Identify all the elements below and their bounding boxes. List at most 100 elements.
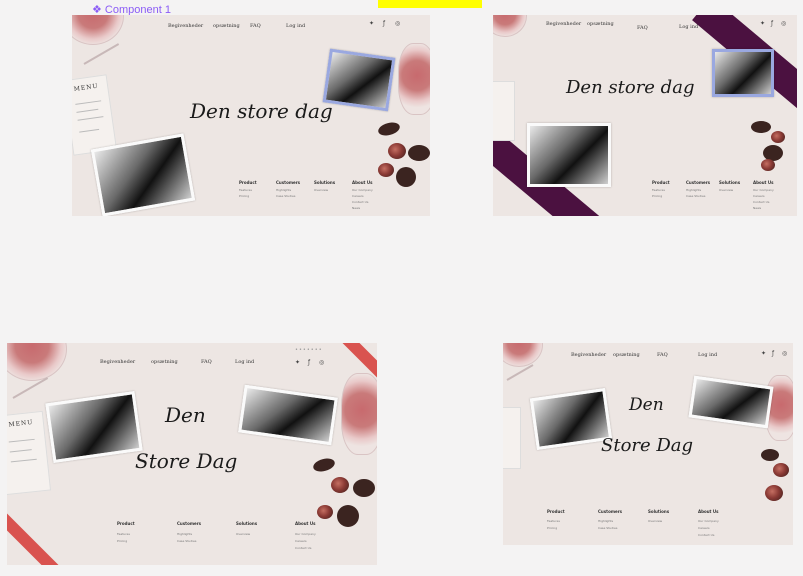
fig bbox=[771, 131, 785, 143]
footer-link-overview[interactable]: Overview bbox=[236, 531, 250, 537]
footer-customers-heading: Customers bbox=[276, 180, 301, 185]
nav-item-begivenheder[interactable]: Begivenheder bbox=[168, 23, 203, 29]
footer-link-case-studies[interactable]: Case Studies bbox=[276, 193, 295, 199]
nav-item-faq[interactable]: FAQ bbox=[637, 25, 648, 31]
nav-item-log-ind[interactable]: Log ind bbox=[235, 359, 254, 365]
twitter-icon[interactable]: ✦ bbox=[369, 20, 374, 27]
fig bbox=[331, 477, 349, 493]
footer-link-overview[interactable]: Overview bbox=[648, 518, 662, 524]
footer-customers-heading: Customers bbox=[177, 521, 202, 526]
photo-couple bbox=[322, 48, 396, 112]
menu-card bbox=[493, 81, 515, 141]
footer-about-heading: About Us bbox=[753, 180, 774, 185]
fig bbox=[765, 485, 783, 501]
facebook-icon[interactable]: ƒ bbox=[771, 20, 773, 27]
footer-link-case-studies[interactable]: Case Studies bbox=[598, 525, 617, 531]
footer-product-heading: Product bbox=[239, 180, 257, 185]
twitter-icon[interactable]: ✦ bbox=[295, 359, 300, 366]
nav-item-faq[interactable]: FAQ bbox=[657, 352, 668, 358]
nav-item-begivenheder[interactable]: Begivenheder bbox=[100, 359, 135, 365]
facebook-icon[interactable]: ƒ bbox=[383, 20, 385, 27]
footer-link-overview[interactable]: Overview bbox=[314, 187, 328, 193]
footer-solutions-heading: Solutions bbox=[648, 509, 670, 514]
instagram-icon[interactable]: ◎ bbox=[781, 20, 786, 27]
instagram-icon[interactable]: ◎ bbox=[319, 359, 324, 366]
nav-item-opsaetning[interactable]: opsætning bbox=[587, 21, 614, 27]
frame-2[interactable]: Begivenheder opsætning FAQ Log ind •••••… bbox=[493, 15, 797, 216]
hero-title-line2: Store Dag bbox=[601, 435, 694, 456]
footer-link-our-company[interactable]: Our Company bbox=[698, 518, 719, 524]
nav-item-log-ind[interactable]: Log ind bbox=[286, 23, 305, 29]
wine-glass-right bbox=[341, 373, 377, 455]
menu-card: MENU bbox=[7, 410, 52, 496]
frame-3[interactable]: MENU Begivenheder opsætning FAQ Log ind … bbox=[7, 343, 377, 565]
chocolate bbox=[751, 121, 771, 133]
nav-item-opsaetning[interactable]: opsætning bbox=[151, 359, 178, 365]
footer-link-our-company[interactable]: Our Company bbox=[295, 531, 316, 537]
footer-link-pricing[interactable]: Pricing bbox=[117, 538, 127, 544]
menu-title: MENU bbox=[73, 82, 99, 93]
footer-customers-heading: Customers bbox=[686, 180, 711, 185]
footer-link-careers[interactable]: Careers bbox=[295, 538, 307, 544]
dots: •••••• bbox=[759, 15, 783, 16]
facebook-icon[interactable]: ƒ bbox=[772, 350, 774, 357]
menu-line bbox=[10, 458, 37, 463]
nav-item-log-ind[interactable]: Log ind bbox=[698, 352, 717, 358]
nav-item-opsaetning[interactable]: opsætning bbox=[213, 23, 240, 29]
chocolate bbox=[376, 120, 402, 138]
footer-link-case-studies[interactable]: Case Studies bbox=[177, 538, 196, 544]
hero-title-line2: Store Dag bbox=[135, 449, 238, 473]
twitter-icon[interactable]: ✦ bbox=[761, 350, 766, 357]
yellow-marker bbox=[378, 0, 482, 8]
footer-link-news[interactable]: News bbox=[352, 205, 360, 211]
menu-line bbox=[77, 116, 104, 121]
twitter-icon[interactable]: ✦ bbox=[760, 20, 765, 27]
facebook-icon[interactable]: ƒ bbox=[308, 359, 310, 366]
nav-item-faq[interactable]: FAQ bbox=[201, 359, 212, 365]
footer-link-features[interactable]: Features bbox=[547, 518, 560, 524]
wine-glass bbox=[493, 15, 527, 37]
fig bbox=[378, 163, 394, 177]
footer-link-features[interactable]: Features bbox=[117, 531, 130, 537]
footer-product-heading: Product bbox=[117, 521, 135, 526]
instagram-icon[interactable]: ◎ bbox=[782, 350, 787, 357]
hero-title-line1: Den bbox=[165, 403, 206, 427]
photo-wedding bbox=[529, 387, 613, 451]
footer-link-case-studies[interactable]: Case Studies bbox=[686, 193, 705, 199]
nav-item-begivenheder[interactable]: Begivenheder bbox=[571, 352, 606, 358]
wine-glass bbox=[72, 15, 124, 45]
footer-product-heading: Product bbox=[652, 180, 670, 185]
photo-hands bbox=[238, 384, 338, 446]
footer-product-heading: Product bbox=[547, 509, 565, 514]
menu-line bbox=[9, 449, 32, 453]
nav-item-opsaetning[interactable]: opsætning bbox=[613, 352, 640, 358]
footer-link-pricing[interactable]: Pricing bbox=[239, 193, 249, 199]
footer-solutions-heading: Solutions bbox=[236, 521, 258, 526]
nav-item-begivenheder[interactable]: Begivenheder bbox=[546, 21, 581, 27]
footer-link-highlights[interactable]: Highlights bbox=[177, 531, 192, 537]
footer-customers-heading: Customers bbox=[598, 509, 623, 514]
dots: ••••••• bbox=[295, 347, 323, 353]
footer-about-heading: About Us bbox=[352, 180, 373, 185]
hero-title-line1: Den bbox=[629, 395, 664, 415]
footer-link-contact[interactable]: Contact Us bbox=[295, 545, 311, 551]
chocolate bbox=[353, 479, 375, 497]
instagram-icon[interactable]: ◎ bbox=[395, 20, 400, 27]
ribbon-red-bottom bbox=[7, 510, 69, 565]
wine-glass bbox=[7, 343, 67, 381]
wine-glass bbox=[503, 343, 543, 367]
footer-link-highlights[interactable]: Highlights bbox=[598, 518, 613, 524]
wine-glass-right bbox=[398, 43, 430, 115]
footer-link-overview[interactable]: Overview bbox=[719, 187, 733, 193]
footer-link-careers[interactable]: Careers bbox=[698, 525, 710, 531]
frame-4[interactable]: Begivenheder opsætning FAQ Log ind •••••… bbox=[503, 343, 793, 545]
frame-1[interactable]: MENU Begivenheder opsætning FAQ Log ind … bbox=[72, 15, 430, 216]
hero-title: Den store dag bbox=[566, 77, 695, 98]
footer-link-pricing[interactable]: Pricing bbox=[547, 525, 557, 531]
footer-link-pricing[interactable]: Pricing bbox=[652, 193, 662, 199]
nav-item-log-ind[interactable]: Log ind bbox=[679, 24, 698, 30]
nav-item-faq[interactable]: FAQ bbox=[250, 23, 261, 29]
photo-wedding bbox=[90, 133, 196, 216]
footer-link-news[interactable]: News bbox=[753, 205, 761, 211]
footer-link-contact[interactable]: Contact Us bbox=[698, 532, 714, 538]
